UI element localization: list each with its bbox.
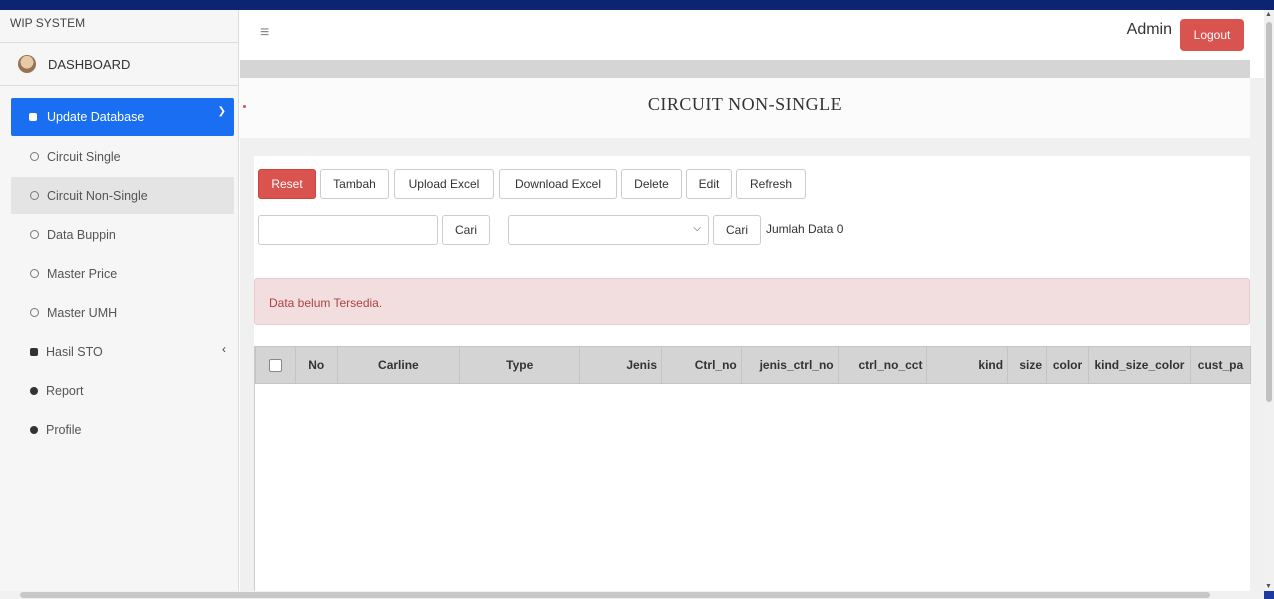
horizontal-scrollbar[interactable]: [0, 591, 1264, 599]
top-strip: [0, 0, 1274, 10]
col-kind[interactable]: kind: [926, 346, 1009, 384]
hamburger-icon[interactable]: ≡: [260, 24, 269, 42]
scroll-up-icon[interactable]: ▲: [1265, 11, 1272, 18]
sidebar-item-hasil-sto[interactable]: Hasil STO ‹: [11, 333, 234, 370]
edit-button[interactable]: Edit: [686, 169, 732, 199]
sidebar-item-circuit-single[interactable]: Circuit Single: [11, 138, 234, 175]
database-icon: [29, 113, 37, 121]
sidebar-item-label: Circuit Non-Single: [47, 188, 148, 203]
circle-icon: [30, 191, 39, 200]
sidebar-item-circuit-non-single[interactable]: Circuit Non-Single: [11, 177, 234, 214]
chevron-left-icon: ‹: [222, 342, 226, 356]
filter-select[interactable]: ⌵: [508, 215, 709, 245]
circle-icon: [30, 230, 39, 239]
app-window: WIP SYSTEM DASHBOARD Update Database ❯ C…: [0, 10, 1264, 591]
col-jenis-ctrl-no[interactable]: jenis_ctrl_no: [740, 346, 839, 384]
sidebar-item-master-price[interactable]: Master Price: [11, 255, 234, 292]
sidebar-item-report[interactable]: Report: [11, 372, 234, 409]
sidebar-item-data-buppin[interactable]: Data Buppin: [11, 216, 234, 253]
col-no[interactable]: No: [294, 346, 338, 384]
select-all-header: [255, 346, 296, 384]
refresh-button[interactable]: Refresh: [736, 169, 806, 199]
scroll-down-icon[interactable]: ▼: [1265, 583, 1272, 590]
data-table-wrapper: No Carline Type Jenis Ctrl_no jenis_ctrl…: [254, 346, 1251, 591]
sidebar-item-label: Profile: [46, 422, 82, 437]
sidebar-item-profile[interactable]: Profile: [11, 411, 234, 448]
main-content: CIRCUIT NON-SINGLE Reset Tambah Upload E…: [240, 78, 1264, 591]
avatar: [18, 55, 36, 73]
col-jenis[interactable]: Jenis: [579, 346, 662, 384]
cari-button[interactable]: Cari: [442, 215, 490, 245]
logout-button[interactable]: Logout: [1180, 19, 1244, 51]
cari-select-button[interactable]: Cari: [713, 215, 761, 245]
col-ctrl-no-cct[interactable]: ctrl_no_cct: [837, 346, 928, 384]
chevron-down-icon: ❯: [217, 106, 226, 117]
sidebar-item-label: Circuit Single: [47, 149, 121, 164]
brand-title: WIP SYSTEM: [0, 10, 238, 43]
title-band: CIRCUIT NON-SINGLE: [240, 78, 1250, 138]
reset-button[interactable]: Reset: [258, 169, 316, 199]
circle-icon: [30, 269, 39, 278]
box-icon: [30, 347, 38, 356]
sidebar-item-label: Data Buppin: [47, 227, 116, 242]
bullet-icon: [30, 425, 38, 434]
sidebar-item-label: Master UMH: [47, 305, 118, 320]
circle-icon: [30, 308, 39, 317]
select-all-checkbox[interactable]: [268, 359, 282, 373]
header-divider: [240, 60, 1250, 78]
user-name: Admin: [1126, 21, 1172, 38]
vertical-scroll-thumb[interactable]: [1266, 22, 1272, 402]
col-color[interactable]: color: [1046, 346, 1089, 384]
circle-icon: [30, 152, 39, 161]
col-carline[interactable]: Carline: [336, 346, 461, 384]
search-input[interactable]: [258, 215, 438, 245]
sidebar-item-label: Report: [46, 383, 84, 398]
table-header-row: No Carline Type Jenis Ctrl_no jenis_ctrl…: [255, 346, 1251, 384]
tambah-button[interactable]: Tambah: [320, 169, 389, 199]
sidebar-item-label: Hasil STO: [46, 344, 103, 359]
col-kind-size-color[interactable]: kind_size_color: [1087, 346, 1191, 384]
sidebar-group-label: Update Database: [47, 110, 145, 124]
sidebar-item-label: Master Price: [47, 266, 118, 281]
data-table: No Carline Type Jenis Ctrl_no jenis_ctrl…: [255, 346, 1251, 384]
download-excel-button[interactable]: Download Excel: [499, 169, 617, 199]
horizontal-scroll-thumb[interactable]: [20, 592, 1210, 598]
empty-data-alert: Data belum Tersedia.: [254, 278, 1250, 325]
dashboard-label: DASHBOARD: [48, 56, 131, 72]
col-ctrl-no[interactable]: Ctrl_no: [661, 346, 742, 384]
top-header: ≡ Admin Logout: [240, 10, 1264, 60]
page-title: CIRCUIT NON-SINGLE: [647, 94, 843, 114]
col-size[interactable]: size: [1007, 346, 1048, 384]
content-card: Reset Tambah Upload Excel Download Excel…: [254, 156, 1251, 591]
sidebar-dashboard[interactable]: DASHBOARD: [0, 43, 238, 86]
bullet-icon: [30, 386, 38, 395]
delete-button[interactable]: Delete: [621, 169, 682, 199]
vertical-scrollbar[interactable]: ▲ ▼: [1264, 10, 1274, 591]
col-cust-pa[interactable]: cust_pa: [1189, 346, 1251, 384]
data-count: Jumlah Data 0: [766, 222, 844, 236]
sidebar: WIP SYSTEM DASHBOARD Update Database ❯ C…: [0, 10, 239, 591]
sidebar-item-master-umh[interactable]: Master UMH: [11, 294, 234, 331]
sidebar-group-update-database[interactable]: Update Database ❯: [11, 98, 234, 136]
upload-excel-button[interactable]: Upload Excel: [394, 169, 494, 199]
chevron-down-icon: ⌵: [693, 223, 701, 234]
col-type[interactable]: Type: [459, 346, 581, 384]
